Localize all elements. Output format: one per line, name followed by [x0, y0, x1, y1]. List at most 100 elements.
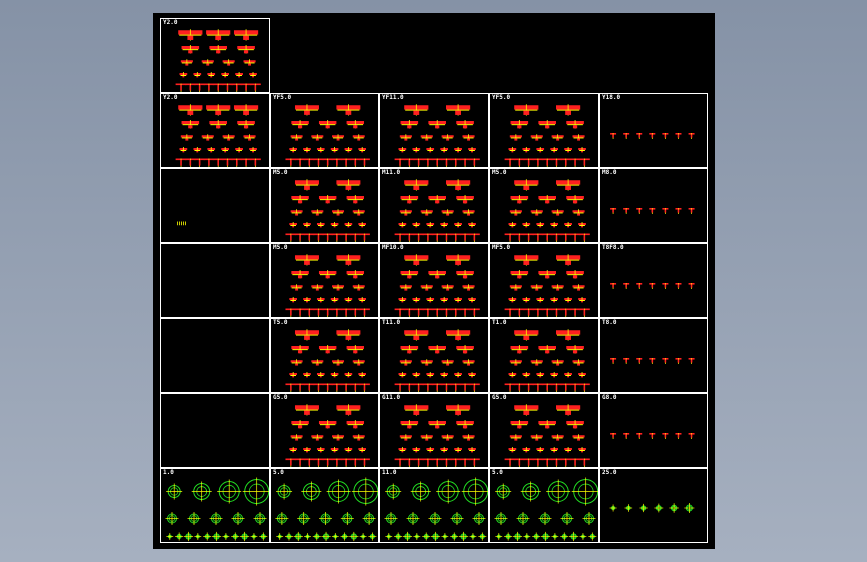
fitting-detail [294, 383, 306, 392]
flange-detail [303, 447, 311, 453]
sheet-r1c4[interactable]: Y18.0 [599, 93, 708, 168]
circle-detail [275, 512, 289, 525]
drawing-canvas[interactable]: Y2.0 Y2.0 YF5.0 YF11.0 YF5.0 Y18.0 M5.0 M11.0 M5… [153, 13, 715, 549]
flange-detail [538, 120, 556, 129]
flange-detail [358, 147, 367, 153]
fitting-detail [610, 208, 617, 214]
flange-detail [514, 404, 539, 416]
fitting-detail [313, 383, 324, 392]
fitting-detail [403, 383, 415, 392]
sheet-r6c4[interactable]: 25.0 [599, 468, 708, 543]
circle-detail [494, 512, 508, 525]
circle-detail [301, 481, 322, 502]
circle-detail [385, 533, 393, 540]
sheet-r4c3[interactable]: T1.0 [489, 318, 599, 393]
sheet-label: 5.0 [273, 469, 284, 476]
flange-detail [358, 297, 367, 303]
circle-detail [469, 533, 477, 540]
flange-detail [336, 329, 361, 341]
circle-detail [209, 512, 223, 525]
fitting-detail [610, 433, 617, 439]
sheet-r6c3[interactable]: 5.0 [489, 468, 599, 543]
circle-detail [231, 512, 245, 525]
flange-detail [420, 284, 433, 291]
flange-detail [556, 254, 581, 266]
flange-detail [446, 404, 471, 416]
flange-detail [206, 104, 231, 116]
fitting-detail [623, 358, 630, 364]
sheet-label: M11.0 [382, 169, 401, 176]
fitting-detail [285, 383, 297, 392]
flange-detail [446, 179, 471, 191]
sheet-r2c1[interactable]: M5.0 [270, 168, 379, 243]
circle-detail [410, 481, 431, 502]
sheet-r6c1[interactable]: 5.0 [270, 468, 379, 543]
fitting-detail [441, 233, 452, 242]
sheet-r5c4[interactable]: G8.0 [599, 393, 708, 468]
circle-detail [569, 531, 579, 542]
fitting-detail [349, 458, 361, 467]
sheet-r4c4[interactable]: T8.0 [599, 318, 708, 393]
fitting-detail [450, 233, 462, 242]
sheet-r5c0[interactable] [160, 393, 270, 468]
sheet-r4c1[interactable]: T5.0 [270, 318, 379, 393]
flange-detail [318, 270, 337, 279]
flange-detail [514, 254, 539, 266]
sheet-r2c3[interactable]: M5.0 [489, 168, 599, 243]
circle-detail [422, 532, 431, 541]
circle-detail [284, 532, 293, 541]
sheet-r4c0[interactable] [160, 318, 270, 393]
fitting-detail [212, 158, 224, 167]
sheet-r3c0[interactable] [160, 243, 270, 318]
flange-detail [332, 284, 345, 291]
fitting-detail [468, 233, 480, 242]
fitting-detail [675, 283, 682, 289]
flange-detail [221, 72, 230, 78]
fitting-detail [322, 233, 334, 242]
sheet-drawing [275, 477, 378, 542]
sheet-label: T8F8.0 [602, 244, 624, 251]
sheet-r3c3[interactable]: MF5.0 [489, 243, 599, 318]
sheet-r6c2[interactable]: 11.0 [379, 468, 489, 543]
flange-detail [530, 359, 543, 366]
sheet-drawing [285, 329, 370, 392]
sheet-r5c1[interactable]: G5.0 [270, 393, 379, 468]
sheet-label: Y2.0 [163, 19, 178, 26]
flange-detail [468, 147, 476, 153]
sheet-r1c3[interactable]: YF5.0 [489, 93, 599, 168]
sheet-r4c2[interactable]: T11.0 [379, 318, 489, 393]
fitting-detail [413, 383, 425, 392]
fitting-detail [431, 233, 443, 242]
sheet-r2c0[interactable] [160, 168, 270, 243]
sheet-r1c1[interactable]: YF5.0 [270, 93, 379, 168]
sheet-r2c4[interactable]: M8.0 [599, 168, 708, 243]
sheet-drawing [504, 404, 590, 467]
circle-detail [504, 532, 513, 541]
sheet-r5c3[interactable]: G5.0 [489, 393, 599, 468]
sheet-r0c0[interactable]: Y2.0 [160, 18, 270, 93]
sheet-drawing [285, 179, 370, 242]
sheet-r3c4[interactable]: T8F8.0 [599, 243, 708, 318]
sheet-r3c1[interactable]: M5.0 [270, 243, 379, 318]
sheet-r1c2[interactable]: YF11.0 [379, 93, 489, 168]
flange-detail [510, 195, 529, 204]
fitting-detail [340, 233, 352, 242]
sheet-r6c0[interactable]: 1.0 [160, 468, 270, 543]
fitting-detail [513, 458, 525, 467]
flange-detail [566, 270, 584, 279]
fitting-detail [459, 233, 471, 242]
circle-detail [478, 532, 487, 541]
fitting-detail [403, 458, 415, 467]
sheet-r1c0[interactable]: Y2.0 [160, 93, 270, 168]
sheet-label: G5.0 [492, 394, 507, 401]
flange-detail [303, 222, 311, 228]
fitting-detail [532, 383, 544, 392]
flange-detail [303, 372, 311, 378]
sheet-r2c2[interactable]: M11.0 [379, 168, 489, 243]
sheet-r3c2[interactable]: MF10.0 [379, 243, 489, 318]
fitting-detail [688, 358, 695, 364]
flange-detail [566, 195, 584, 204]
sheet-r5c2[interactable]: G11.0 [379, 393, 489, 468]
fitting-detail [422, 158, 434, 167]
fitting-detail [184, 83, 196, 92]
